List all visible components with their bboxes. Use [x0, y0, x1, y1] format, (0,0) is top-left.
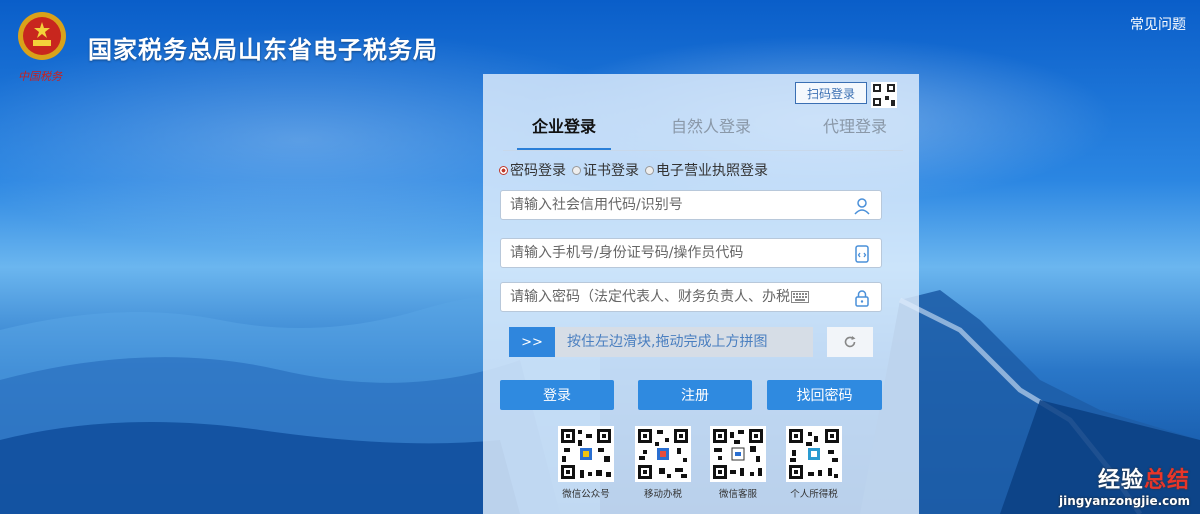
phone-id-input[interactable] — [501, 239, 840, 267]
tab-agent-login[interactable]: 代理登录 — [805, 114, 905, 150]
refresh-captcha-button[interactable] — [827, 327, 873, 357]
tax-slogan: 中国税务 — [18, 70, 62, 83]
captcha-slider: >> 按住左边滑块,拖动完成上方拼图 — [509, 327, 813, 357]
credit-code-input[interactable] — [501, 191, 840, 219]
login-panel: 扫码登录 企业登录 自然人登录 代理登录 密码登录 证书登录 电子营业执照登录 — [483, 74, 919, 514]
login-method-group: 密码登录 证书登录 电子营业执照登录 — [499, 160, 770, 180]
radio-label: 密码登录 — [510, 163, 566, 179]
qr-wechat-service[interactable]: 微信客服 — [710, 426, 766, 500]
qr-caption: 微信客服 — [718, 489, 757, 500]
watermark-url: jingyanzongjie.com — [1059, 494, 1190, 508]
watermark-brand-part2: 总结 — [1143, 468, 1190, 493]
login-tabs: 企业登录 自然人登录 代理登录 — [503, 114, 903, 151]
id-card-icon — [855, 245, 869, 263]
radio-dot-icon — [499, 165, 508, 175]
tab-enterprise-login[interactable]: 企业登录 — [517, 114, 611, 150]
tab-individual-login[interactable]: 自然人登录 — [661, 114, 761, 150]
qr-code-icon — [635, 426, 691, 482]
radio-business-license-login[interactable]: 电子营业执照登录 — [645, 160, 768, 180]
user-icon — [854, 198, 870, 215]
phone-id-field — [500, 238, 882, 268]
scan-login-button[interactable]: 扫码登录 — [795, 82, 867, 104]
national-emblem-icon — [18, 12, 66, 60]
lock-icon — [855, 290, 869, 307]
radio-label: 证书登录 — [583, 163, 639, 179]
radio-label: 电子营业执照登录 — [656, 163, 768, 179]
qr-caption: 微信公众号 — [562, 489, 610, 500]
credit-code-field — [500, 190, 882, 220]
qr-code-icon — [558, 426, 614, 482]
watermark-brand: 经验总结 — [1059, 462, 1190, 494]
qr-code-icon — [786, 426, 842, 482]
watermark: 经验总结 jingyanzongjie.com — [1059, 462, 1190, 508]
qr-code-icon — [710, 426, 766, 482]
qr-wechat-official[interactable]: 微信公众号 — [558, 426, 614, 500]
radio-certificate-login[interactable]: 证书登录 — [572, 160, 639, 180]
faq-link[interactable]: 常见问题 — [1130, 14, 1186, 34]
login-button[interactable]: 登录 — [500, 380, 614, 410]
slider-handle[interactable]: >> — [509, 327, 555, 357]
qr-caption: 移动办税 — [643, 489, 682, 500]
recover-password-button[interactable]: 找回密码 — [767, 380, 882, 410]
qr-mobile-tax[interactable]: 移动办税 — [635, 426, 691, 500]
slider-hint: 按住左边滑块,拖动完成上方拼图 — [567, 334, 768, 350]
password-input[interactable] — [501, 283, 840, 311]
site-title: 国家税务总局山东省电子税务局 — [88, 36, 438, 64]
qr-caption: 个人所得税 — [790, 489, 838, 500]
password-field — [500, 282, 882, 312]
keyboard-icon[interactable] — [791, 291, 809, 303]
radio-dot-icon — [645, 165, 654, 175]
radio-password-login[interactable]: 密码登录 — [499, 160, 566, 180]
qr-corner-icon[interactable] — [871, 82, 897, 108]
watermark-brand-part1: 经验 — [1097, 468, 1144, 493]
qr-individual-income-tax[interactable]: 个人所得税 — [786, 426, 842, 500]
register-button[interactable]: 注册 — [638, 380, 752, 410]
refresh-icon — [844, 336, 856, 348]
radio-dot-icon — [572, 165, 581, 175]
